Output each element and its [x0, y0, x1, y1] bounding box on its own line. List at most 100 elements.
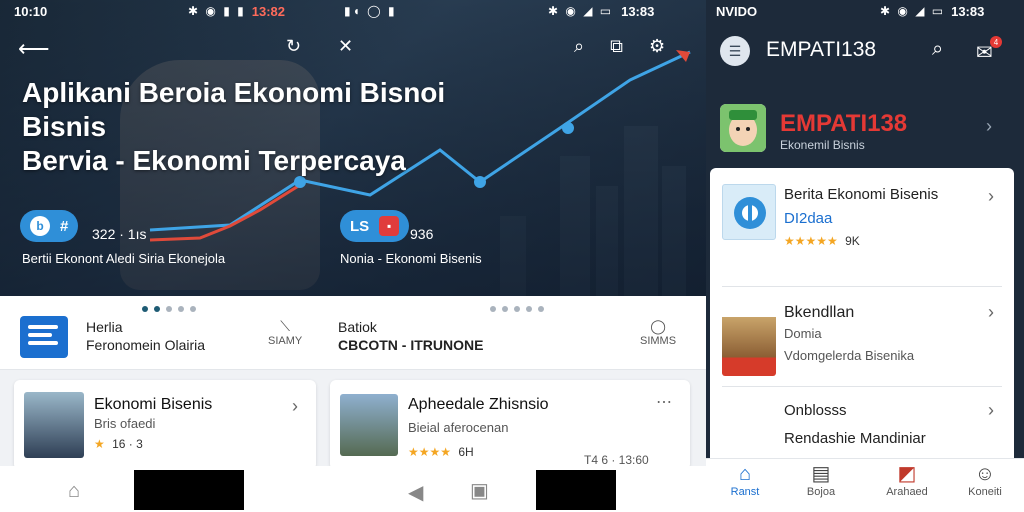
circle-icon: ◯ [650, 318, 666, 334]
back-nav-icon[interactable]: ◀ [408, 480, 423, 505]
status-time-far-right: 13:83 [951, 3, 985, 19]
row-thumbnail-logo [722, 184, 776, 240]
tab-home[interactable]: ⌂ Ranst [710, 462, 780, 498]
app-title: EMPATI138 [766, 38, 877, 61]
strip-title-line: Batiok [338, 319, 377, 335]
hero-count: 322 · 1ıs [92, 226, 147, 242]
rating-value: 16 · 3 [112, 437, 143, 451]
chevron-right-icon[interactable]: › [986, 116, 992, 137]
pill-flag-icon: ▪ [379, 216, 400, 236]
coin-logo-icon [734, 197, 766, 229]
brand-name: EMPATI138 [780, 110, 908, 137]
strip-side-label: SIAMY [268, 335, 303, 347]
card-icon: ▤ [811, 463, 831, 485]
row-title[interactable]: Bkendllan [784, 304, 854, 322]
profile-icon: ☺ [974, 463, 996, 485]
card-subtitle-2: Bieial aferocenan [408, 420, 509, 435]
card-rating-2: ★★★★ 6H [408, 445, 474, 459]
document-icon [20, 316, 68, 358]
tab-label: Arahaed [886, 486, 928, 498]
back-arrow-icon[interactable]: ⟵ [18, 36, 50, 62]
hero-title-line: Aplikani Beroia Ekonomi Bisnoi [22, 77, 446, 108]
card-thumbnail-image [24, 392, 84, 458]
status-icons-far-right: ✱ ◉ ◢ ▭ 13:83 [880, 0, 984, 22]
status-bar-left: 10:10 [14, 0, 47, 22]
divider [722, 386, 1002, 387]
status-time: 10:10 [14, 3, 48, 19]
row-subtitle: Rendashie Mandiniar [784, 430, 926, 447]
tab-profile[interactable]: ☺ Koneiti [950, 462, 1020, 498]
hero-title-line: Bisnis [22, 111, 107, 142]
tab-label: Bojoa [806, 486, 836, 498]
top-actions: ⌕ ⧉ ⚙ [574, 36, 665, 57]
chevron-right-icon[interactable]: › [988, 186, 994, 207]
row-subtitle: Domia [784, 326, 822, 341]
clipboard-icon[interactable]: ▣ [470, 478, 489, 503]
screen: 10:10 ✱ ◉ ▮ ▮ 13:82 ▮◖ ◯ ▮ ✱ ◉ ◢ ▭ 13:83… [0, 0, 1024, 512]
tab-label: Ranst [730, 486, 760, 498]
chevron-right-icon[interactable]: › [988, 302, 994, 323]
hero-title-line: Bervia - Ekonomi Terpercaya [22, 145, 406, 176]
row-rating: ★★★★★ 9K [784, 234, 860, 248]
divider [722, 286, 1002, 287]
crop-icon[interactable]: ⧉ [610, 36, 623, 57]
mascot-image [720, 104, 766, 152]
card-title: Ekonomi Bisenis [94, 396, 213, 413]
signal-icons: ✱ ◉ ▮ ▮ [188, 4, 246, 18]
card-meta: T4 6 · 13:60 [584, 453, 649, 467]
chart-icon: ◩ [897, 463, 917, 485]
status-bar-far-right: NVIDO [716, 0, 757, 22]
brand-subtitle: Ekonemil Bisnis [780, 138, 865, 152]
refresh-button[interactable]: ↻ [286, 36, 301, 57]
share-icon[interactable]: ✕ [338, 36, 353, 57]
obscured-nav-area-2 [536, 470, 616, 510]
more-options-icon[interactable]: ⋯ [656, 392, 672, 412]
rating-value: 9K [845, 234, 860, 248]
hero-caption-2: Nonia - Ekonomi Bisenis [340, 251, 482, 266]
row-thumbnail-image [722, 302, 776, 376]
hero-caption: Bertii Ekonont Aledi Siria Ekonejola [22, 251, 226, 266]
carrier-label: NVIDO [716, 3, 758, 19]
row-title[interactable]: Berita Ekonomi Bisenis [784, 186, 938, 203]
home-icon: ⌂ [738, 463, 752, 485]
status-bar-right-group: ✱ ◉ ◢ ▭ 13:83 [548, 0, 654, 22]
pill-icon: b [30, 216, 50, 236]
pill-text-2: LS [350, 217, 370, 235]
settings-icon[interactable]: ⚙ [649, 36, 665, 57]
chevron-right-icon[interactable]: › [988, 400, 994, 421]
network-icons: ▮◖ ◯ ▮ [344, 4, 397, 18]
strip-title-line: Herlia [86, 319, 123, 335]
pill-text: # [60, 217, 69, 235]
app-menu-icon[interactable]: ☰ [720, 36, 750, 66]
trend-point [562, 122, 574, 134]
strip-side-action[interactable]: ⟍ SIAMY [268, 318, 302, 347]
tab-chart[interactable]: ◩ Arahaed [872, 462, 942, 498]
status-icons: ✱ ◉ ▮ ▮ 13:82 [188, 0, 285, 22]
carousel-dots [142, 306, 196, 312]
strip-title[interactable]: Herlia Feronomein Olairia [86, 318, 205, 354]
card-title-2: Apheedale Zhisnsio [408, 396, 549, 413]
home-icon[interactable]: ⌂ [68, 480, 80, 503]
tab-card[interactable]: ▤ Bojoa [786, 462, 856, 498]
search-icon[interactable]: ⌕ [932, 38, 943, 61]
row-title[interactable]: Onblosss [784, 402, 847, 419]
chevron-right-icon[interactable]: › [292, 396, 298, 417]
strip-title-2[interactable]: Batiok CBCOTN - ITRUNONE [338, 318, 483, 354]
tab-label: Koneiti [968, 486, 1002, 498]
back-button[interactable]: ⟵ [18, 36, 50, 62]
hero-pill-button[interactable]: b # [20, 210, 79, 242]
row-subtitle: Vdomgelerda Bisenika [784, 348, 915, 363]
strip-title-line: Feronomein Olairia [86, 337, 206, 353]
strip-side-label: SIMMS [640, 335, 677, 347]
refresh-icon[interactable]: ↻ [286, 36, 301, 57]
share-button[interactable]: ✕ [338, 36, 353, 57]
card-thumbnail-image-2 [340, 394, 398, 456]
hero-title: Aplikani Beroia Ekonomi Bisnoi Bisnis Be… [22, 76, 492, 178]
signal-icons-right: ✱ ◉ ◢ ▭ [880, 4, 946, 18]
hero-pill-button-2[interactable]: LS ▪ [340, 210, 410, 242]
obscured-nav-area [134, 470, 244, 510]
card-subtitle: Bris ofaedi [94, 416, 156, 431]
strip-side-action-2[interactable]: ◯ SIMMS [640, 318, 676, 347]
search-icon[interactable]: ⌕ [574, 36, 584, 57]
status-time-mid: 13:82 [251, 3, 285, 19]
